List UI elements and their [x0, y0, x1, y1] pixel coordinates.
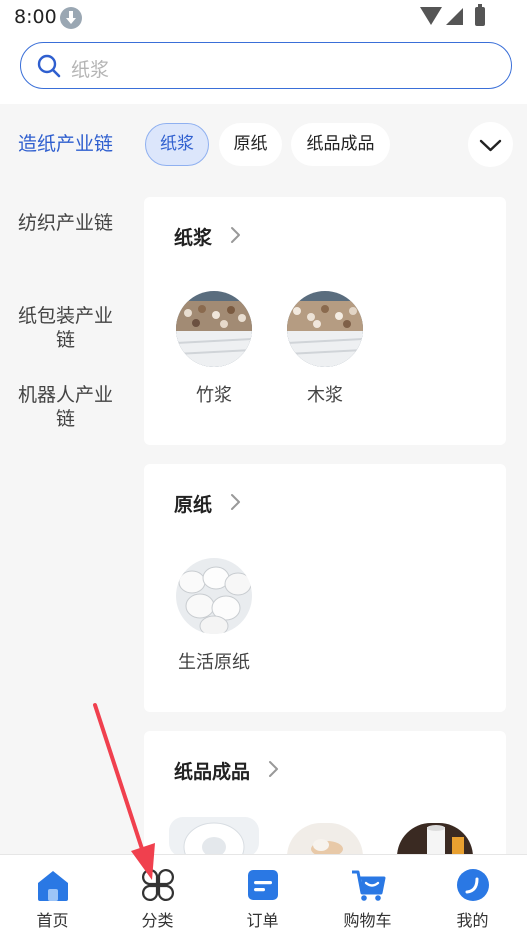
category-item-wood-pulp[interactable]: 木浆	[275, 291, 375, 407]
bottom-nav: 首页 分类 订单 购物车 我的	[0, 854, 527, 936]
section-title[interactable]: 纸品成品	[174, 757, 250, 784]
nav-label: 我的	[456, 911, 489, 930]
nav-item-orders[interactable]: 订单	[210, 855, 315, 936]
nav-label: 分类	[141, 911, 174, 930]
tissue-rolls-image	[176, 558, 252, 634]
nav-label: 订单	[246, 911, 279, 930]
category-item-household-base-paper[interactable]: 生活原纸	[164, 558, 264, 674]
category-item-label: 生活原纸	[178, 652, 250, 673]
chevron-right-icon[interactable]	[226, 226, 244, 244]
home-icon	[38, 871, 68, 901]
sidebar-item-label: 纸包装产业 链	[17, 305, 113, 351]
section-title[interactable]: 原纸	[174, 490, 212, 517]
status-time: 8:00	[14, 6, 57, 28]
finished-product-image[interactable]	[397, 823, 473, 857]
header: 纸浆	[0, 36, 527, 104]
search-placeholder: 纸浆	[71, 59, 110, 81]
finished-product-image[interactable]	[287, 823, 363, 857]
section-card-finished-paper: 纸品成品	[144, 731, 506, 871]
wood-pulp-image	[287, 291, 363, 367]
sidebar-item-textile-industry[interactable]: 纺织产业链	[0, 211, 131, 235]
order-icon	[248, 870, 278, 900]
cart-icon	[352, 870, 386, 901]
chip-label: 纸品成品	[306, 134, 375, 154]
section-card-base-paper: 原纸 生活原纸	[144, 464, 506, 712]
sidebar-item-label: 造纸产业链	[17, 133, 113, 155]
chip-finished-paper[interactable]: 纸品成品	[291, 123, 390, 166]
sidebar-item-paper-packaging-industry[interactable]: 纸包装产业 链	[0, 280, 131, 352]
section-card-pulp: 纸浆 竹浆 木浆	[144, 197, 506, 445]
wifi-icon	[420, 7, 442, 25]
sidebar-item-label: 机器人产业 链	[17, 384, 113, 430]
profile-icon	[457, 869, 489, 901]
chevron-right-icon[interactable]	[264, 760, 282, 778]
chip-label: 纸浆	[160, 134, 194, 154]
nav-item-home[interactable]: 首页	[0, 855, 105, 936]
sidebar-item-robot-industry[interactable]: 机器人产业 链	[0, 359, 131, 431]
nav-item-profile[interactable]: 我的	[420, 855, 525, 936]
status-bar: 8:00	[0, 0, 527, 36]
finished-product-image[interactable]	[169, 817, 259, 857]
nav-label: 购物车	[343, 911, 392, 930]
sidebar-item-label: 纺织产业链	[17, 212, 113, 234]
category-icon	[142, 869, 174, 901]
chip-label: 原纸	[233, 134, 268, 154]
battery-icon	[475, 4, 485, 26]
section-title[interactable]: 纸浆	[174, 223, 212, 250]
chip-pulp[interactable]: 纸浆	[145, 123, 209, 166]
signal-icon	[446, 8, 463, 25]
category-item-bamboo-pulp[interactable]: 竹浆	[164, 291, 264, 407]
search-input[interactable]: 纸浆	[20, 42, 512, 89]
sidebar-item-paper-industry[interactable]: 造纸产业链	[0, 132, 131, 156]
category-item-label: 木浆	[307, 385, 343, 406]
chip-base-paper[interactable]: 原纸	[219, 123, 282, 166]
chevron-right-icon[interactable]	[226, 493, 244, 511]
nav-item-category[interactable]: 分类	[105, 855, 210, 936]
search-icon	[37, 54, 61, 78]
expand-chips-button[interactable]	[468, 122, 513, 167]
nav-label: 首页	[36, 911, 69, 930]
nav-item-cart[interactable]: 购物车	[315, 855, 420, 936]
chevron-down-icon	[479, 139, 502, 152]
download-icon	[60, 7, 82, 29]
bamboo-pulp-image	[176, 291, 252, 367]
category-item-label: 竹浆	[196, 385, 232, 406]
